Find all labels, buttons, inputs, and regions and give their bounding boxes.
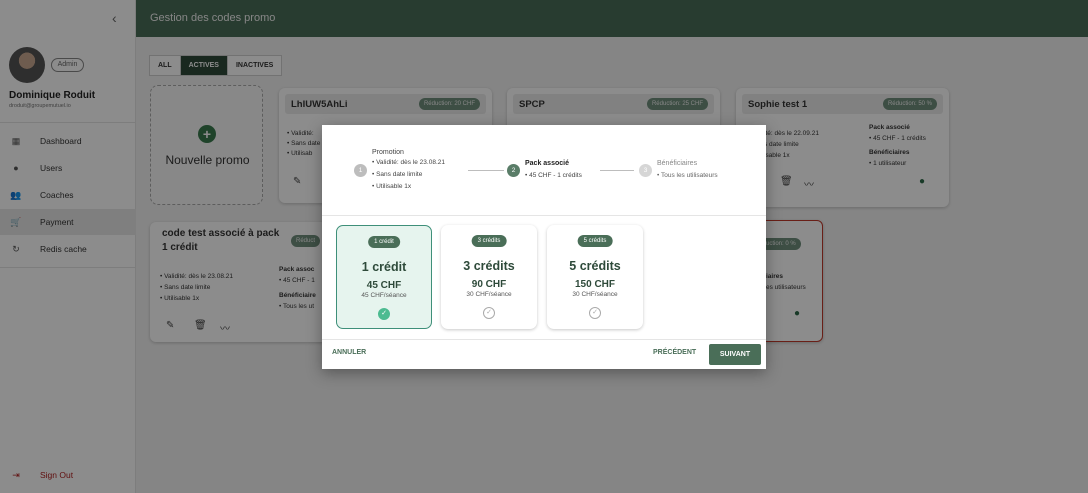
step-title: Promotion: [372, 149, 404, 156]
step-connector: [600, 170, 634, 171]
pack-unit-price: 45 CHF/séance: [361, 292, 407, 299]
divider: [322, 215, 766, 216]
divider: [322, 339, 766, 340]
step-number: 1: [354, 164, 367, 177]
pack-title: 5 crédits: [569, 259, 621, 273]
step-number: 3: [639, 164, 652, 177]
pack-title: 1 crédit: [361, 260, 407, 274]
step-title: Bénéficiaires: [657, 160, 698, 167]
pack-badge: 3 crédits: [471, 235, 507, 247]
check-circle-icon: ✓: [483, 307, 495, 319]
pack-unit-price: 30 CHF/séance: [466, 291, 512, 298]
pack-price: 45 CHF: [366, 280, 402, 291]
check-circle-icon: ✓: [378, 308, 390, 320]
pack-selection-dialog: 1 Promotion • Validité: dès le 23.08.21 …: [322, 125, 766, 369]
pack-badge: 1 crédit: [368, 236, 400, 248]
pack-title: 3 crédits: [463, 259, 515, 273]
pack-price: 150 CHF: [574, 279, 615, 290]
previous-button[interactable]: PRÉCÉDENT: [653, 349, 696, 356]
step-detail: • 45 CHF - 1 crédits: [525, 172, 582, 179]
pack-price: 90 CHF: [471, 279, 507, 290]
pack-unit-price: 30 CHF/séance: [572, 291, 618, 298]
step-number: 2: [507, 164, 520, 177]
step-detail: • Validité: dès le 23.08.21: [372, 159, 445, 166]
step-detail: • Utilisable 1x: [372, 183, 412, 190]
pack-option-5-credits[interactable]: 5 crédits 5 crédits 150 CHF 30 CHF/séanc…: [547, 225, 643, 329]
step-connector: [468, 170, 504, 171]
step-title: Pack associé: [525, 160, 569, 167]
next-button[interactable]: SUIVANT: [709, 344, 761, 365]
check-circle-icon: ✓: [589, 307, 601, 319]
step-detail: • Tous les utilisateurs: [657, 172, 718, 179]
step-detail: • Sans date limite: [372, 171, 423, 178]
cancel-button[interactable]: ANNULER: [332, 349, 366, 356]
pack-option-3-credits[interactable]: 3 crédits 3 crédits 90 CHF 30 CHF/séance…: [441, 225, 537, 329]
pack-option-1-credit[interactable]: 1 crédit 1 crédit 45 CHF 45 CHF/séance ✓: [336, 225, 432, 329]
pack-badge: 5 crédits: [577, 235, 613, 247]
